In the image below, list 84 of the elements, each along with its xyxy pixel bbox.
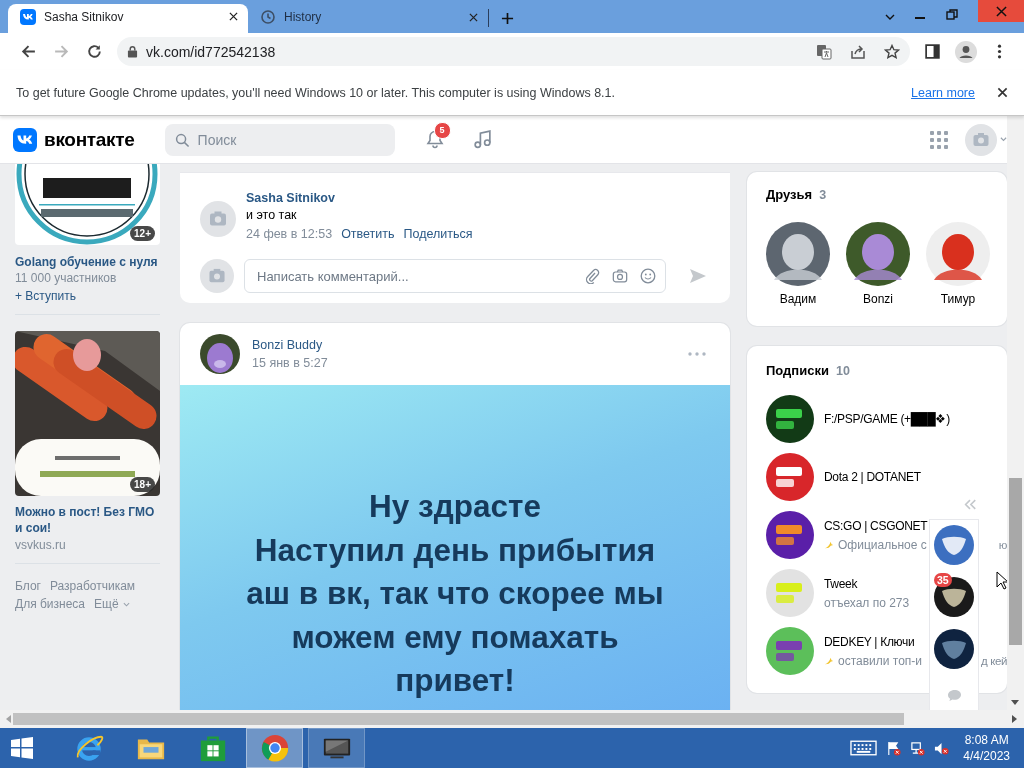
flag-icon[interactable]: [886, 740, 902, 756]
translate-icon[interactable]: [816, 43, 832, 60]
star-icon[interactable]: [884, 43, 900, 60]
comment-action-link[interactable]: Поделиться: [403, 227, 473, 241]
side-panel-icon[interactable]: [924, 43, 941, 60]
back-icon[interactable]: [20, 43, 37, 60]
section-count: 3: [819, 188, 827, 202]
post-author-link[interactable]: Bonzi Buddy: [252, 338, 328, 352]
subscription-status: оставили топ-и: [838, 653, 923, 668]
friend-name-link[interactable]: Вадим: [779, 292, 817, 306]
comment-text: и это так: [246, 208, 298, 222]
subscription-status: д кей: [981, 654, 1007, 667]
scrollbar-thumb[interactable]: [1009, 478, 1022, 645]
subscription-status: отъехал по 273: [824, 595, 910, 610]
close-icon[interactable]: [469, 12, 478, 22]
section-count: 10: [835, 364, 850, 378]
subscription-name-link[interactable]: CS:GO | CSGONET: [824, 518, 928, 533]
reload-icon[interactable]: [86, 43, 103, 60]
music-icon[interactable]: [471, 129, 493, 150]
lock-icon: [127, 45, 138, 58]
update-message: To get future Google Chrome updates, you'll need Windows 10 or later. This computer is using Windows 8.1.: [16, 85, 615, 100]
group-name-link[interactable]: Golang обучение с нуля: [15, 255, 160, 269]
comment-field[interactable]: Написать комментарий...: [244, 259, 666, 293]
post-date: 15 янв в 5:27: [252, 356, 328, 370]
camera-icon[interactable]: [612, 268, 628, 284]
scrollbar-thumb[interactable]: [13, 713, 904, 725]
ad-domain: vsvkus.ru: [15, 538, 67, 552]
apps-grid-icon[interactable]: [930, 130, 948, 149]
network-icon[interactable]: [910, 740, 926, 756]
member-count: 11 000 участников: [15, 271, 118, 285]
volume-muted-icon[interactable]: [934, 740, 950, 756]
close-icon[interactable]: [229, 12, 238, 21]
vk-logo-icon: [20, 8, 36, 25]
share-icon[interactable]: [850, 43, 866, 60]
friend-name-link[interactable]: Тимур: [940, 292, 976, 306]
caret-icon: [122, 600, 130, 608]
vk-logo-icon[interactable]: [13, 127, 37, 152]
section-title[interactable]: Друзья: [766, 187, 813, 202]
subscription-name-link[interactable]: DEDKEY | Ключи: [824, 634, 915, 649]
taskbar-app-button[interactable]: [246, 728, 303, 768]
friend-name-link[interactable]: Bonzi: [863, 292, 893, 306]
smiley-icon[interactable]: [640, 268, 656, 284]
scroll-down-icon[interactable]: [1011, 700, 1019, 706]
ad-title-link[interactable]: Можно в пост! Без ГМО и сои!: [15, 504, 160, 536]
window-close-button[interactable]: [978, 0, 1024, 22]
vertical-scrollbar[interactable]: [1007, 116, 1024, 710]
restore-icon[interactable]: [946, 9, 958, 21]
notification-badge: 5: [433, 121, 451, 139]
join-link[interactable]: + Вступить: [15, 289, 160, 303]
subscription-name-link[interactable]: Tweek: [824, 576, 858, 591]
clock-icon: [260, 9, 276, 25]
section-title[interactable]: Подписки: [766, 363, 829, 378]
post-text: Ну здрасте Наступил день прибытия аш в вк, так что скорее мы можем ему помахать привет!: [246, 487, 664, 700]
scroll-right-icon[interactable]: [1012, 715, 1018, 723]
new-tab-icon[interactable]: [501, 12, 514, 25]
search-field[interactable]: Поиск: [164, 123, 395, 156]
browser-tab[interactable]: Sasha Sitnikov: [8, 4, 248, 33]
comment-date: 24 фев в 12:53: [246, 227, 333, 241]
windows-start-icon[interactable]: [10, 736, 34, 760]
sparkle-icon: [824, 539, 834, 550]
search-icon: [174, 132, 190, 148]
avatar-camera-icon: [200, 259, 234, 293]
comment-author-link[interactable]: Sasha Sitnikov: [246, 191, 473, 205]
learn-more-link[interactable]: Learn more: [911, 85, 975, 100]
paperclip-icon[interactable]: [584, 268, 600, 284]
close-icon[interactable]: [997, 87, 1008, 98]
close-icon: [995, 5, 1007, 17]
browser-tab[interactable]: History: [248, 5, 488, 33]
unread-badge: 35: [934, 573, 952, 587]
chrome-icon: [259, 733, 290, 763]
bell-icon[interactable]: [424, 128, 445, 149]
address-bar[interactable]: vk.com/id772542138: [117, 37, 910, 66]
horizontal-scrollbar[interactable]: [0, 710, 1024, 728]
comment-action-link[interactable]: Ответить: [341, 227, 395, 241]
sparkle-icon: [824, 655, 834, 666]
profile-icon[interactable]: [955, 40, 977, 63]
subscription-status: Официальное с: [838, 537, 927, 552]
subscription-status: ю: [998, 538, 1007, 551]
subscription-name-link[interactable]: F:/PSP/GAME (+███❖): [824, 412, 950, 426]
subscription-name-link[interactable]: Dota 2 | DOTANET: [824, 470, 921, 484]
site-logo[interactable]: вконтакте: [44, 128, 135, 151]
keyboard-icon[interactable]: [850, 740, 878, 756]
clock[interactable]: 8:08 AM 4/4/2023: [963, 732, 1010, 764]
taskbar-app-button[interactable]: [308, 728, 365, 768]
